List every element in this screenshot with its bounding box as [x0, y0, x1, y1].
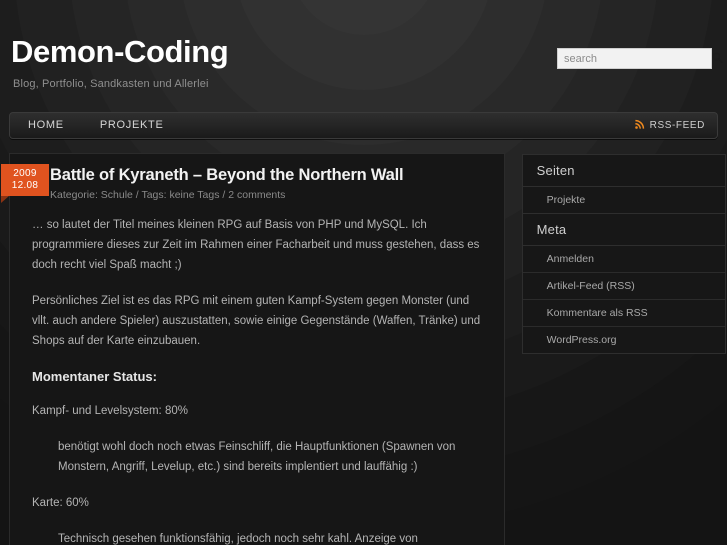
- post-blockquote: benötigt wohl doch noch etwas Feinschlif…: [58, 441, 456, 473]
- post-blockquote: Technisch gesehen funktionsfähig, jedoch…: [58, 533, 418, 545]
- sidebar-widget-title: Seiten: [522, 155, 725, 187]
- sidebar: Seiten Projekte Meta Anmelden Artikel-Feed (…: [521, 153, 726, 545]
- nav-link-home[interactable]: HOME: [10, 119, 82, 131]
- site-tagline: Blog, Portfolio, Sandkasten und Allerlei: [13, 78, 209, 90]
- nav-item-projekte[interactable]: PROJEKTE: [82, 113, 182, 138]
- list-item[interactable]: Artikel-Feed (RSS): [522, 273, 725, 300]
- site-title[interactable]: Demon-Coding: [11, 36, 229, 67]
- primary-navigation: HOME PROJEKTE RSS-FEED: [9, 112, 718, 139]
- post-paragraph: … so lautet der Titel meines kleinen RPG…: [32, 219, 480, 271]
- sidebar-widget-list: Anmelden Artikel-Feed (RSS) Kommentare als…: [522, 246, 725, 353]
- post-paragraph: Kampf- und Levelsystem: 80%: [32, 405, 188, 417]
- rss-feed-link[interactable]: RSS-FEED: [634, 119, 705, 132]
- post-paragraph: Persönliches Ziel ist es das RPG mit ein…: [32, 295, 481, 347]
- search-form[interactable]: [557, 48, 723, 69]
- post-date-year: 2009: [13, 168, 37, 179]
- sidebar-widget: Meta Anmelden Artikel-Feed (RSS) Kommentare…: [521, 213, 726, 354]
- post-subheading: Momentaner Status:: [32, 369, 157, 384]
- sidebar-link-kommentare-als-rss[interactable]: Kommentare als RSS: [523, 300, 725, 326]
- search-button[interactable]: [712, 49, 723, 68]
- list-item[interactable]: Anmelden: [522, 246, 725, 273]
- search-icon: [712, 51, 723, 66]
- rss-icon: [634, 119, 645, 132]
- rss-feed-label: RSS-FEED: [649, 120, 705, 131]
- sidebar-link-anmelden[interactable]: Anmelden: [523, 246, 725, 272]
- content-column: 2009 12.08 Battle of Kyraneth – Beyond t…: [1, 153, 505, 545]
- site-header: Demon-Coding Blog, Portfolio, Sandkasten…: [0, 0, 727, 112]
- list-item[interactable]: Projekte: [523, 187, 725, 213]
- sidebar-link-wordpress-org[interactable]: WordPress.org: [523, 327, 725, 353]
- sidebar-widget-title: Meta: [522, 214, 725, 246]
- post-title[interactable]: Battle of Kyraneth – Beyond the Northern…: [50, 165, 490, 185]
- list-item[interactable]: WordPress.org: [523, 327, 725, 353]
- post-date-day: 12.08: [11, 180, 39, 191]
- nav-item-home[interactable]: HOME: [10, 113, 82, 138]
- search-input[interactable]: [558, 49, 712, 68]
- nav-menu: HOME PROJEKTE: [10, 113, 181, 138]
- sidebar-link-artikel-feed-rss[interactable]: Artikel-Feed (RSS): [523, 273, 725, 299]
- post-article: 2009 12.08 Battle of Kyraneth – Beyond t…: [1, 154, 504, 545]
- sidebar-link-projekte[interactable]: Projekte: [523, 187, 725, 213]
- list-item[interactable]: Kommentare als RSS: [522, 300, 725, 327]
- post-header: 2009 12.08 Battle of Kyraneth – Beyond t…: [1, 154, 504, 209]
- sidebar-widget-list: Projekte: [523, 187, 725, 213]
- sidebar-widget: Seiten Projekte: [521, 154, 726, 213]
- post-date-badge: 2009 12.08: [1, 164, 49, 203]
- main-layout: 2009 12.08 Battle of Kyraneth – Beyond t…: [0, 153, 727, 545]
- nav-link-projekte[interactable]: PROJEKTE: [82, 119, 182, 131]
- post-paragraph: Karte: 60%: [32, 497, 89, 509]
- post-meta: Kategorie: Schule / Tags: keine Tags / 2…: [50, 189, 286, 201]
- post-body: … so lautet der Titel meines kleinen RPG…: [10, 209, 504, 545]
